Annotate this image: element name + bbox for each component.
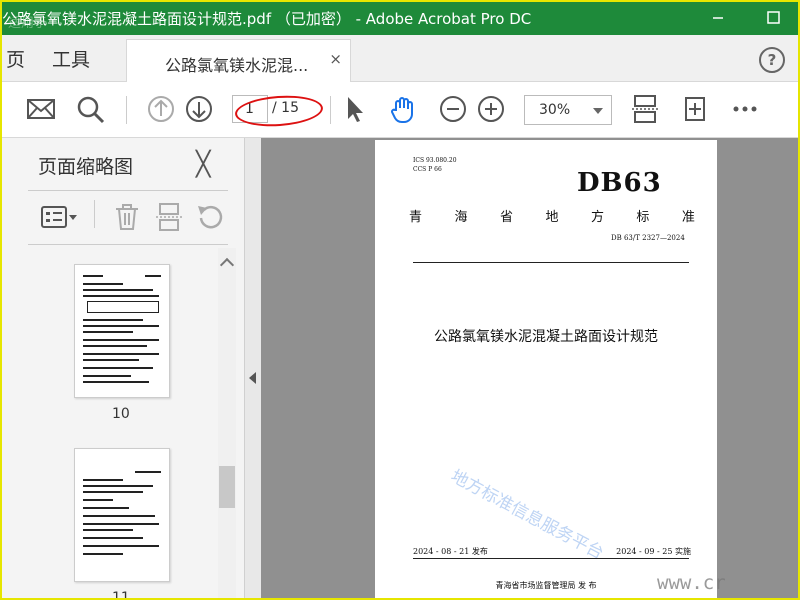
standard-type-char: 标: [636, 210, 650, 225]
ccs-line: CCS P 66: [413, 166, 442, 173]
scrollbar-thumb[interactable]: [219, 466, 235, 508]
maximize-icon: [767, 11, 780, 24]
document-title: 公路氯氧镁水泥混凝土路面设计规范: [434, 329, 658, 345]
search-icon[interactable]: [75, 94, 105, 124]
panel-collapse-strip[interactable]: [245, 138, 261, 598]
divider: [28, 190, 228, 191]
page-fit-icon[interactable]: [630, 94, 660, 124]
thumbnails-panel: 页面缩略图 ╳ 10 11: [2, 138, 245, 598]
trash-icon[interactable]: [112, 202, 142, 232]
toolbar-separator: [126, 96, 127, 124]
help-icon[interactable]: ?: [759, 47, 785, 73]
standard-type-char: 青: [409, 210, 423, 225]
db-code: DB63: [577, 168, 662, 198]
title-bar: 公路氯氧镁水泥混凝土路面设计规范.pdf （已加密） - Adobe Acrob…: [2, 2, 798, 35]
ics-code: ICS 93.080.20 CCS P 66: [413, 156, 457, 174]
page-thumbnail[interactable]: [74, 448, 170, 582]
divider: [413, 558, 689, 559]
chevron-left-icon[interactable]: [249, 372, 256, 384]
chevron-up-icon[interactable]: [219, 257, 235, 273]
minimize-icon: [713, 17, 723, 19]
tab-close-icon[interactable]: ×: [329, 50, 342, 68]
rotate-page-icon[interactable]: [196, 202, 226, 232]
document-view[interactable]: ICS 93.080.20 CCS P 66 DB63 青 海 省 地 方 标 准 DB 6…: [261, 138, 798, 598]
divider: [28, 244, 228, 245]
standard-type-char: 海: [454, 210, 468, 225]
toolbar: 1 / 15 30%: [2, 82, 798, 138]
toolbar-separator: [330, 96, 331, 124]
panel-title: 页面缩略图: [38, 156, 134, 178]
standard-type-char: 准: [681, 210, 695, 225]
zoom-out-icon[interactable]: [438, 94, 468, 124]
zoom-dropdown[interactable]: 30%: [524, 95, 612, 125]
page-thumbnail[interactable]: [74, 264, 170, 398]
thumbnail-list[interactable]: 10 11: [2, 248, 218, 598]
standard-number: DB 63/T 2327—2024: [611, 234, 685, 242]
standard-type: 青海省地方标准: [409, 206, 695, 225]
pointer-icon[interactable]: [340, 94, 370, 124]
next-page-icon[interactable]: [184, 94, 214, 124]
menu-row: 页 工具 公路氯氧镁水泥混... × ?: [2, 35, 798, 82]
prev-page-icon[interactable]: [146, 94, 176, 124]
scrollbar[interactable]: [218, 248, 236, 598]
standard-type-char: 方: [590, 210, 604, 225]
chevron-down-icon: [593, 108, 603, 114]
issue-date: 2024 - 08 - 21 发布: [413, 547, 488, 556]
document-tab-label: 公路氯氧镁水泥混...: [165, 56, 309, 75]
thumbnail-page-number: 11: [112, 590, 130, 598]
rotate-icon[interactable]: [680, 94, 710, 124]
mail-icon[interactable]: [26, 94, 56, 124]
document-tab[interactable]: 公路氯氧镁水泥混... ×: [126, 39, 351, 82]
acrobat-window: 公路氯氧镁水泥混凝土路面设计规范.pdf （已加密） - Adobe Acrob…: [2, 2, 798, 598]
hand-icon[interactable]: [388, 94, 418, 124]
standard-type-char: 地: [545, 210, 559, 225]
corner-watermark: www.cr: [657, 572, 726, 594]
standard-type-char: 省: [499, 210, 513, 225]
thumbnail-page-number: 10: [112, 406, 130, 422]
zoom-value: 30%: [539, 102, 571, 118]
ics-line: ICS 93.080.20: [413, 157, 457, 164]
divider: [413, 262, 689, 263]
pdf-page: ICS 93.080.20 CCS P 66 DB63 青 海 省 地 方 标 准 DB 6…: [375, 140, 717, 598]
zoom-in-icon[interactable]: [476, 94, 506, 124]
window-title: 公路氯氧镁水泥混凝土路面设计规范.pdf （已加密） - Adobe Acrob…: [2, 10, 532, 28]
menu-home[interactable]: 页: [6, 45, 25, 72]
minimize-button[interactable]: [708, 8, 728, 28]
title-watermark: 适用于: [8, 16, 48, 31]
more-icon[interactable]: [730, 94, 760, 124]
implementation-date: 2024 - 09 - 25 实施: [616, 547, 691, 556]
menu-tools[interactable]: 工具: [52, 45, 90, 72]
divider: [94, 200, 95, 228]
maximize-button[interactable]: [764, 8, 784, 28]
extract-pages-icon[interactable]: [154, 202, 184, 232]
options-icon[interactable]: [40, 202, 80, 232]
close-icon[interactable]: ╳: [196, 150, 210, 178]
